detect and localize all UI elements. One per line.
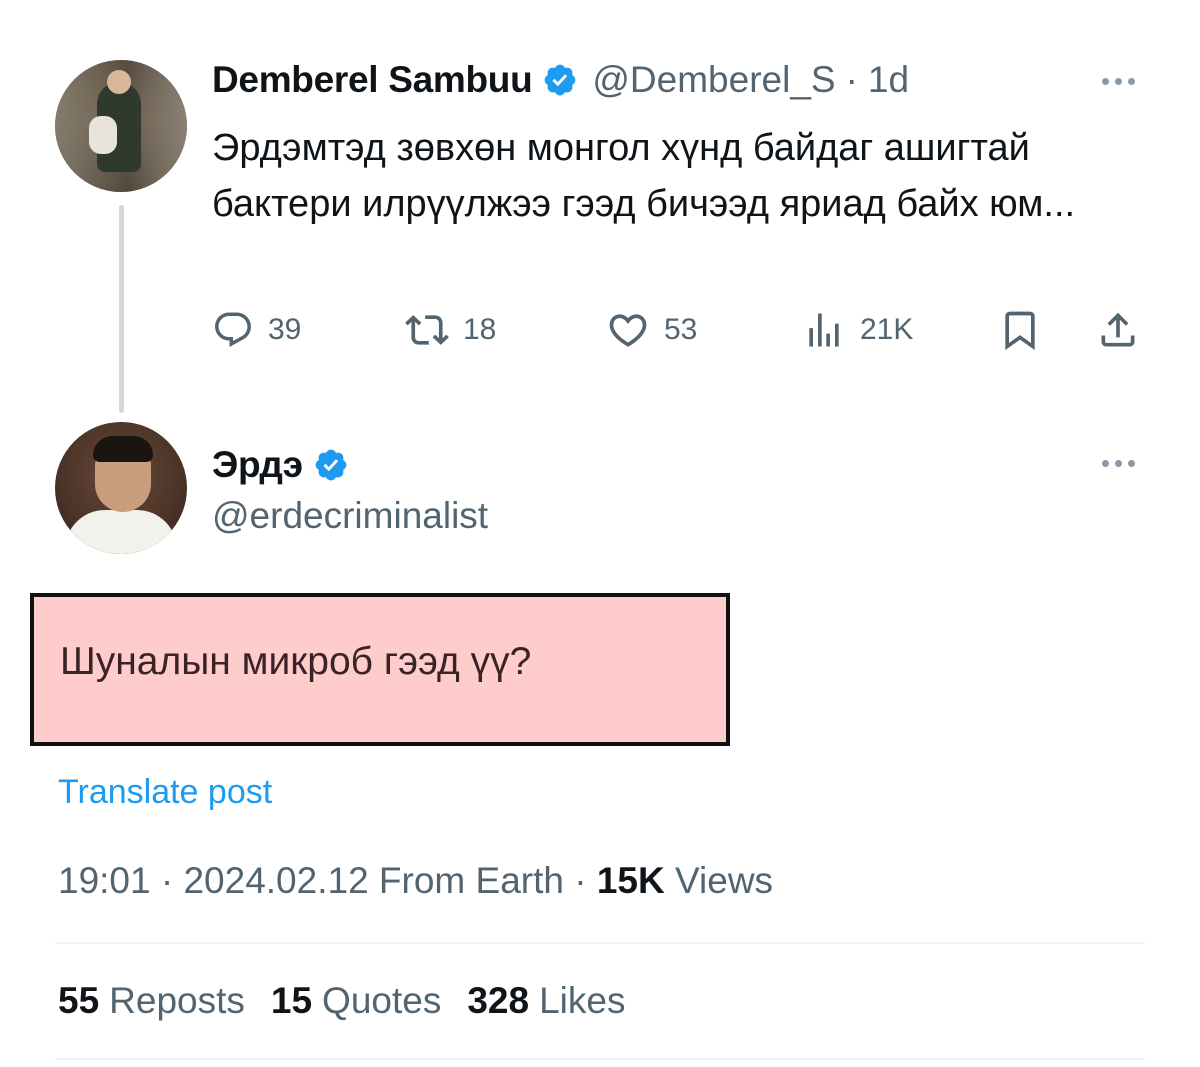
likes-label: Likes bbox=[539, 980, 626, 1021]
like-action[interactable]: 53 bbox=[606, 305, 697, 355]
more-options-icon[interactable] bbox=[1098, 457, 1138, 469]
bookmark-icon bbox=[1005, 311, 1035, 351]
reply-action[interactable]: 39 bbox=[212, 305, 301, 355]
reply-avatar[interactable] bbox=[55, 422, 187, 554]
views-icon bbox=[809, 313, 839, 347]
parent-tweet-text: Эрдэмтэд зөвхөн монгол хүнд байдаг ашигт… bbox=[212, 127, 1076, 225]
more-options-icon[interactable] bbox=[1098, 75, 1138, 87]
avatar-child bbox=[89, 116, 117, 154]
views-count: 21K bbox=[860, 313, 914, 346]
reply-icon bbox=[215, 312, 251, 347]
reply-tweet-text: Шуналын микроб гээд үү? bbox=[60, 640, 532, 683]
views-action[interactable]: 21K bbox=[802, 305, 913, 355]
likes-stat[interactable]: 328 Likes bbox=[467, 980, 625, 1022]
avatar-shirt bbox=[65, 510, 177, 554]
views-total: 15K bbox=[596, 860, 665, 901]
parent-handle[interactable]: @Demberel_S bbox=[592, 59, 835, 101]
verified-badge-icon bbox=[545, 64, 576, 96]
divider bbox=[55, 1058, 1145, 1060]
likes-count: 328 bbox=[467, 980, 530, 1021]
reply-count: 39 bbox=[268, 313, 302, 346]
avatar-head bbox=[107, 70, 131, 94]
share-icon bbox=[1101, 312, 1135, 347]
verified-badge-icon bbox=[315, 449, 347, 481]
parent-time-ago[interactable]: 1d bbox=[868, 59, 909, 101]
parent-avatar[interactable] bbox=[55, 60, 187, 192]
reposts-label: Reposts bbox=[109, 980, 245, 1021]
quotes-stat[interactable]: 15 Quotes bbox=[271, 980, 441, 1022]
thread-connector-line bbox=[119, 205, 124, 413]
translate-post-link[interactable]: Translate post bbox=[58, 773, 272, 812]
reply-handle[interactable]: @erdecriminalist bbox=[212, 495, 488, 537]
tweet-meta: 19:01 · 2024.02.12 From Earth · 15K View… bbox=[58, 860, 773, 902]
divider bbox=[55, 942, 1145, 944]
engagement-stats: 55 Reposts 15 Quotes 328 Likes bbox=[58, 980, 625, 1022]
quotes-count: 15 bbox=[270, 980, 313, 1021]
quotes-label: Quotes bbox=[322, 980, 442, 1021]
reposts-count: 55 bbox=[58, 980, 100, 1021]
reply-tweet-header: Эрдэ bbox=[212, 440, 349, 490]
like-icon bbox=[609, 314, 647, 347]
bookmark-action[interactable] bbox=[998, 305, 1042, 355]
like-count: 53 bbox=[664, 313, 698, 346]
repost-action[interactable]: 18 bbox=[405, 305, 496, 355]
parent-tweet-header: Demberel Sambuu @Demberel_S · 1d bbox=[212, 55, 909, 105]
separator-dot: · bbox=[845, 59, 858, 100]
views-label: Views bbox=[675, 860, 774, 901]
share-action[interactable] bbox=[1096, 305, 1140, 355]
avatar-hair bbox=[93, 436, 153, 462]
repost-count: 18 bbox=[463, 313, 497, 346]
parent-display-name[interactable]: Demberel Sambuu bbox=[212, 59, 533, 101]
repost-icon bbox=[405, 315, 449, 345]
reposts-stat[interactable]: 55 Reposts bbox=[58, 980, 245, 1022]
timestamp[interactable]: 19:01 · 2024.02.12 From Earth · bbox=[58, 860, 597, 901]
reply-display-name[interactable]: Эрдэ bbox=[212, 444, 303, 486]
